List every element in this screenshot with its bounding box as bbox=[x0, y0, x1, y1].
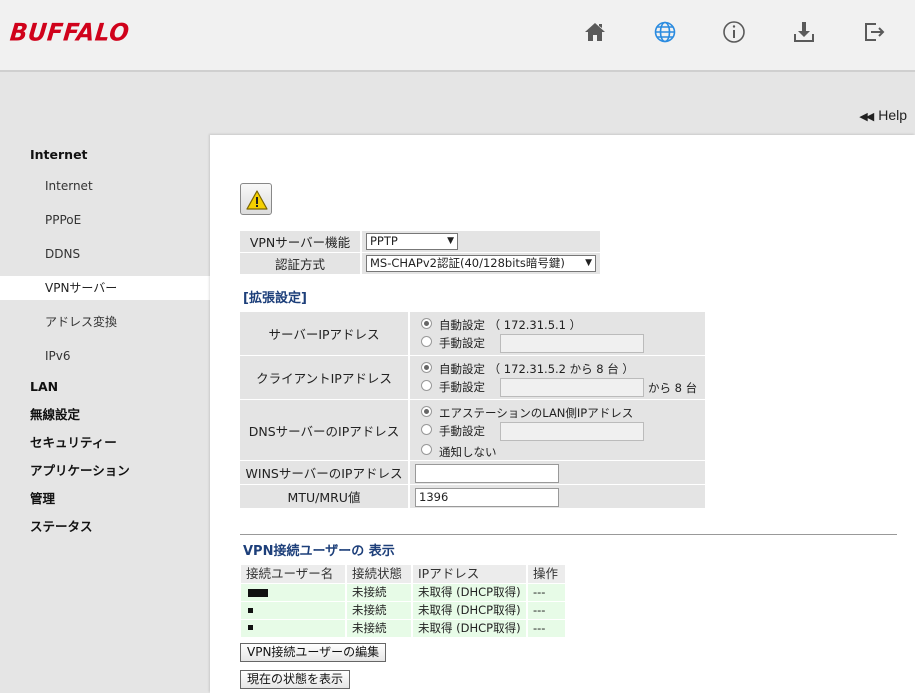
dns-ip-label: DNSサーバーのIPアドレス bbox=[240, 400, 408, 460]
server-ip-manual-label: 手動設定 bbox=[439, 336, 485, 350]
column-header-username: 接続ユーザー名 bbox=[241, 565, 345, 583]
dropdown-arrow-icon: ▼ bbox=[585, 258, 592, 268]
auth-method-select[interactable]: MS-CHAPv2認証(40/128bits暗号鍵) ▼ bbox=[366, 255, 596, 272]
client-ip-auto-label: 自動設定 （ 172.31.5.2 から 8 台 ） bbox=[439, 362, 634, 376]
vpn-server-label: VPNサーバー機能 bbox=[240, 231, 360, 252]
sidebar-item-wireless[interactable]: 無線設定 bbox=[0, 403, 210, 427]
sidebar-nav: Internet Internet PPPoE DDNS VPNサーバー アドレ… bbox=[0, 135, 210, 693]
table-row-ip: 未取得 (DHCP取得) bbox=[413, 584, 526, 601]
client-ip-manual-input[interactable] bbox=[500, 378, 644, 397]
server-ip-label: サーバーIPアドレス bbox=[240, 312, 408, 355]
collapse-arrows-icon: ◀◀ bbox=[859, 111, 874, 123]
advanced-settings-heading: [拡張設定] bbox=[243, 291, 307, 306]
client-ip-auto-radio[interactable] bbox=[421, 362, 432, 373]
sidebar-item-ipv6[interactable]: IPv6 bbox=[0, 344, 210, 368]
table-row-action: --- bbox=[528, 602, 565, 619]
vpn-server-select[interactable]: PPTP ▼ bbox=[366, 233, 458, 250]
dns-ip-lan-label: エアステーションのLAN側IPアドレス bbox=[439, 406, 634, 420]
logout-icon[interactable] bbox=[862, 20, 886, 44]
auth-method-select-value: MS-CHAPv2認証(40/128bits暗号鍵) bbox=[370, 256, 565, 270]
dns-ip-none-radio[interactable] bbox=[421, 444, 432, 455]
home-icon[interactable] bbox=[583, 20, 607, 44]
redacted-username bbox=[248, 589, 268, 597]
buffalo-logo: BUFFALO bbox=[8, 19, 131, 47]
sidebar-item-address-translation[interactable]: アドレス変換 bbox=[0, 310, 210, 334]
dns-ip-lan-radio[interactable] bbox=[421, 406, 432, 417]
column-header-status: 接続状態 bbox=[347, 565, 411, 583]
dns-ip-manual-label: 手動設定 bbox=[439, 424, 485, 438]
sidebar-item-internet-group[interactable]: Internet bbox=[0, 143, 210, 167]
warning-icon bbox=[246, 190, 268, 210]
table-row-ip: 未取得 (DHCP取得) bbox=[413, 602, 526, 619]
sidebar-item-internet[interactable]: Internet bbox=[0, 174, 210, 198]
sidebar-item-lan[interactable]: LAN bbox=[0, 375, 210, 399]
client-ip-manual-label: 手動設定 bbox=[439, 380, 485, 394]
dropdown-arrow-icon: ▼ bbox=[447, 236, 454, 246]
table-row-action: --- bbox=[528, 620, 565, 637]
info-icon[interactable] bbox=[722, 20, 746, 44]
table-row-status: 未接続 bbox=[347, 602, 411, 619]
table-row-username bbox=[241, 602, 345, 619]
server-ip-manual-radio[interactable] bbox=[421, 336, 432, 347]
client-ip-label: クライアントIPアドレス bbox=[240, 356, 408, 399]
section-divider bbox=[240, 534, 897, 535]
mtu-label: MTU/MRU値 bbox=[240, 485, 408, 508]
globe-icon[interactable] bbox=[653, 20, 677, 44]
sidebar-item-status[interactable]: ステータス bbox=[0, 515, 210, 539]
redacted-username bbox=[248, 608, 253, 613]
wins-ip-input[interactable] bbox=[415, 464, 559, 483]
show-current-status-button[interactable]: 現在の状態を表示 bbox=[240, 670, 351, 689]
dns-ip-manual-radio[interactable] bbox=[421, 424, 432, 435]
column-header-ip: IPアドレス bbox=[413, 565, 526, 583]
client-ip-count-suffix: から 8 台 bbox=[648, 381, 698, 395]
warning-button[interactable] bbox=[240, 183, 272, 215]
sidebar-item-ddns[interactable]: DDNS bbox=[0, 242, 210, 266]
redacted-username bbox=[248, 625, 253, 630]
sidebar-item-admin[interactable]: 管理 bbox=[0, 487, 210, 511]
vpn-server-select-value: PPTP bbox=[370, 234, 398, 248]
top-header: BUFFALO bbox=[0, 0, 915, 72]
server-ip-auto-label: 自動設定 （ 172.31.5.1 ） bbox=[439, 318, 582, 332]
auth-method-label: 認証方式 bbox=[240, 253, 360, 274]
vpn-users-heading: VPN接続ユーザーの 表示 bbox=[243, 544, 395, 559]
download-icon[interactable] bbox=[792, 20, 816, 44]
server-ip-auto-radio[interactable] bbox=[421, 318, 432, 329]
table-row-action: --- bbox=[528, 584, 565, 601]
client-ip-manual-radio[interactable] bbox=[421, 380, 432, 391]
server-ip-manual-input[interactable] bbox=[500, 334, 644, 353]
table-row-status: 未接続 bbox=[347, 620, 411, 637]
sidebar-item-security[interactable]: セキュリティー bbox=[0, 431, 210, 455]
sidebar-item-applications[interactable]: アプリケーション bbox=[0, 459, 210, 483]
main-panel: VPNサーバー機能 PPTP ▼ 認証方式 MS-CHAPv2認証(40/128b… bbox=[210, 135, 915, 693]
column-header-action: 操作 bbox=[528, 565, 565, 583]
sidebar-item-pppoe[interactable]: PPPoE bbox=[0, 208, 210, 232]
help-label: Help bbox=[878, 107, 907, 123]
dns-ip-none-label: 通知しない bbox=[439, 445, 497, 459]
table-row-username bbox=[241, 620, 345, 637]
table-row-status: 未接続 bbox=[347, 584, 411, 601]
mtu-input[interactable]: 1396 bbox=[415, 488, 559, 507]
edit-vpn-users-button[interactable]: VPN接続ユーザーの編集 bbox=[240, 643, 387, 662]
help-link[interactable]: ◀◀ Help bbox=[859, 107, 907, 123]
sidebar-item-vpn-server[interactable]: VPNサーバー bbox=[0, 276, 210, 300]
wins-ip-label: WINSサーバーのIPアドレス bbox=[240, 461, 408, 484]
dns-ip-manual-input[interactable] bbox=[500, 422, 644, 441]
table-row-ip: 未取得 (DHCP取得) bbox=[413, 620, 526, 637]
